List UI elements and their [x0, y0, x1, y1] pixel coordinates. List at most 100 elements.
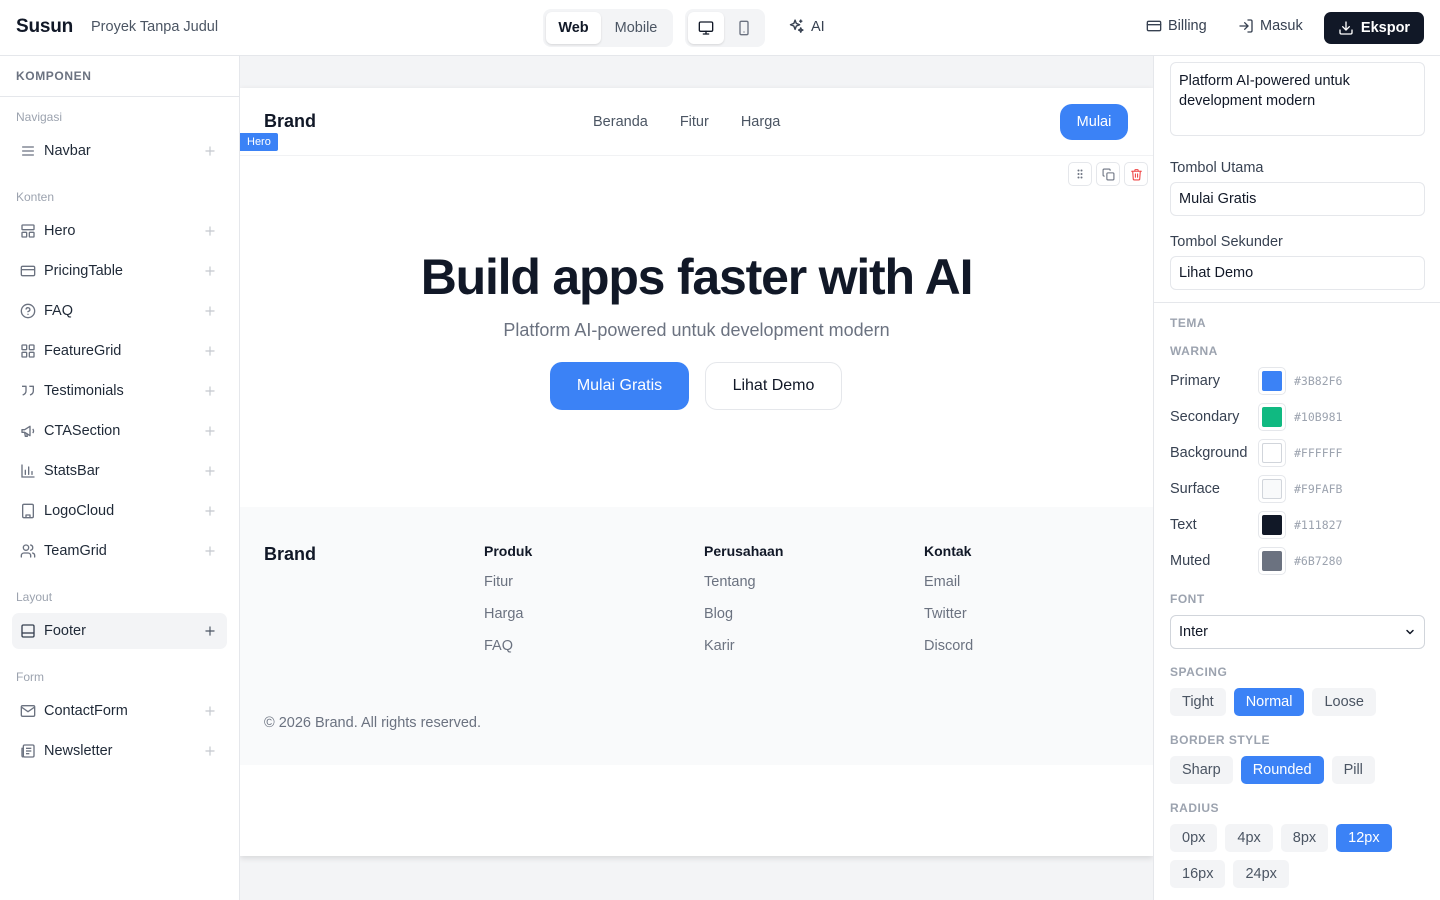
- plus-icon[interactable]: [203, 624, 217, 638]
- component-hero[interactable]: Hero: [12, 213, 227, 249]
- footer-link[interactable]: FAQ: [484, 638, 532, 670]
- duplicate-button[interactable]: [1096, 162, 1120, 186]
- ai-button[interactable]: AI: [788, 18, 825, 35]
- component-faq[interactable]: FAQ: [12, 293, 227, 329]
- spacing-option-loose[interactable]: Loose: [1312, 688, 1376, 716]
- color-swatch[interactable]: [1258, 367, 1286, 395]
- plus-icon[interactable]: [203, 224, 217, 238]
- preview-footer[interactable]: Brand Produk Fitur Harga FAQ Perusahaan …: [240, 507, 1153, 765]
- login-button[interactable]: Masuk: [1238, 18, 1303, 34]
- color-swatch[interactable]: [1258, 403, 1286, 431]
- plus-icon[interactable]: [203, 384, 217, 398]
- hero-section-tag: Hero: [240, 133, 278, 151]
- billing-button[interactable]: Billing: [1146, 18, 1207, 34]
- project-name[interactable]: Proyek Tanpa Judul: [91, 19, 218, 35]
- plus-icon[interactable]: [203, 504, 217, 518]
- component-label: FAQ: [44, 303, 74, 319]
- editor-canvas: Brand Beranda Fitur Harga Mulai Hero Bui…: [240, 56, 1153, 900]
- color-hex[interactable]: #FFFFFF: [1294, 446, 1342, 460]
- color-hex[interactable]: #10B981: [1294, 410, 1342, 424]
- preview-nav-link[interactable]: Beranda: [593, 114, 648, 130]
- component-contactform[interactable]: ContactForm: [12, 693, 227, 729]
- radius-option-8[interactable]: 8px: [1280, 824, 1329, 852]
- footer-link[interactable]: Tentang: [704, 574, 783, 606]
- radius-option-24[interactable]: 24px: [1233, 860, 1289, 888]
- radius-option-16[interactable]: 16px: [1170, 860, 1226, 888]
- component-logocloud[interactable]: LogoCloud: [12, 493, 227, 529]
- color-row-secondary: Secondary #10B981: [1170, 403, 1425, 431]
- primary-button-input[interactable]: Mulai Gratis: [1170, 182, 1425, 216]
- plus-icon[interactable]: [203, 704, 217, 718]
- color-hex[interactable]: #F9FAFB: [1294, 482, 1342, 496]
- delete-button[interactable]: [1124, 162, 1148, 186]
- category-content: Konten: [16, 190, 55, 204]
- device-desktop-button[interactable]: [688, 12, 724, 44]
- footer-link[interactable]: Discord: [924, 638, 973, 670]
- secondary-button-input[interactable]: Lihat Demo: [1170, 256, 1425, 290]
- color-hex[interactable]: #3B82F6: [1294, 374, 1342, 388]
- color-swatch-fill: [1262, 479, 1282, 499]
- plus-icon[interactable]: [203, 144, 217, 158]
- color-swatch[interactable]: [1258, 439, 1286, 467]
- spacing-option-tight[interactable]: Tight: [1170, 688, 1226, 716]
- drag-handle[interactable]: [1068, 162, 1092, 186]
- app-logo[interactable]: Susun: [16, 16, 73, 38]
- component-footer[interactable]: Footer: [12, 613, 227, 649]
- color-row-surface: Surface #F9FAFB: [1170, 475, 1425, 503]
- mail-icon: [20, 705, 36, 717]
- component-pricingtable[interactable]: PricingTable: [12, 253, 227, 289]
- footer-link[interactable]: Fitur: [484, 574, 532, 606]
- footer-link[interactable]: Karir: [704, 638, 783, 670]
- color-name: Primary: [1170, 373, 1220, 389]
- preview-navbar[interactable]: Brand Beranda Fitur Harga Mulai: [240, 88, 1153, 156]
- preview-nav-cta[interactable]: Mulai: [1060, 104, 1128, 140]
- plus-icon[interactable]: [203, 464, 217, 478]
- device-mobile-button[interactable]: [726, 12, 762, 44]
- radius-option-0[interactable]: 0px: [1170, 824, 1218, 852]
- view-mode-toggle: Web Mobile: [543, 9, 673, 47]
- radius-option-4[interactable]: 4px: [1225, 824, 1273, 852]
- component-newsletter[interactable]: Newsletter: [12, 733, 227, 769]
- plus-icon[interactable]: [203, 744, 217, 758]
- color-hex[interactable]: #6B7280: [1294, 554, 1342, 568]
- plus-icon[interactable]: [203, 264, 217, 278]
- plus-icon[interactable]: [203, 544, 217, 558]
- color-swatch[interactable]: [1258, 475, 1286, 503]
- border-option-rounded[interactable]: Rounded: [1240, 756, 1324, 784]
- footer-link[interactable]: Blog: [704, 606, 783, 638]
- footer-link[interactable]: Email: [924, 574, 973, 606]
- plus-icon[interactable]: [203, 344, 217, 358]
- component-testimonials[interactable]: Testimonials: [12, 373, 227, 409]
- footer-column-heading: Perusahaan: [704, 543, 784, 559]
- plus-icon[interactable]: [203, 304, 217, 318]
- radius-option-12[interactable]: 12px: [1336, 824, 1392, 852]
- border-option-sharp[interactable]: Sharp: [1170, 756, 1233, 784]
- color-swatch[interactable]: [1258, 511, 1286, 539]
- plus-icon[interactable]: [203, 424, 217, 438]
- font-select[interactable]: Inter: [1170, 615, 1425, 649]
- theme-heading: TEMA: [1170, 316, 1206, 330]
- component-featuregrid[interactable]: FeatureGrid: [12, 333, 227, 369]
- color-name: Muted: [1170, 553, 1211, 569]
- top-bar: Susun Proyek Tanpa Judul Web Mobile AI B…: [0, 0, 1440, 56]
- hero-secondary-button[interactable]: Lihat Demo: [705, 362, 842, 410]
- footer-link[interactable]: Harga: [484, 606, 532, 638]
- component-statsbar[interactable]: StatsBar: [12, 453, 227, 489]
- component-teamgrid[interactable]: TeamGrid: [12, 533, 227, 569]
- spacing-option-normal[interactable]: Normal: [1233, 688, 1305, 716]
- preview-nav-link[interactable]: Harga: [741, 114, 781, 130]
- footer-link[interactable]: Twitter: [924, 606, 973, 638]
- hero-primary-button[interactable]: Mulai Gratis: [550, 362, 689, 410]
- view-mode-web[interactable]: Web: [546, 12, 601, 44]
- view-mode-mobile[interactable]: Mobile: [603, 12, 669, 44]
- color-swatch[interactable]: [1258, 547, 1286, 575]
- component-navbar[interactable]: Navbar: [12, 133, 227, 169]
- preview-nav-link[interactable]: Fitur: [680, 114, 709, 130]
- component-ctasection[interactable]: CTASection: [12, 413, 227, 449]
- download-icon: [1339, 21, 1353, 35]
- export-button[interactable]: Ekspor: [1324, 12, 1424, 44]
- component-label: Navbar: [44, 143, 91, 159]
- subtitle-textarea[interactable]: Platform AI-powered untuk development mo…: [1170, 62, 1425, 136]
- color-hex[interactable]: #111827: [1294, 518, 1342, 532]
- border-option-pill[interactable]: Pill: [1331, 756, 1375, 784]
